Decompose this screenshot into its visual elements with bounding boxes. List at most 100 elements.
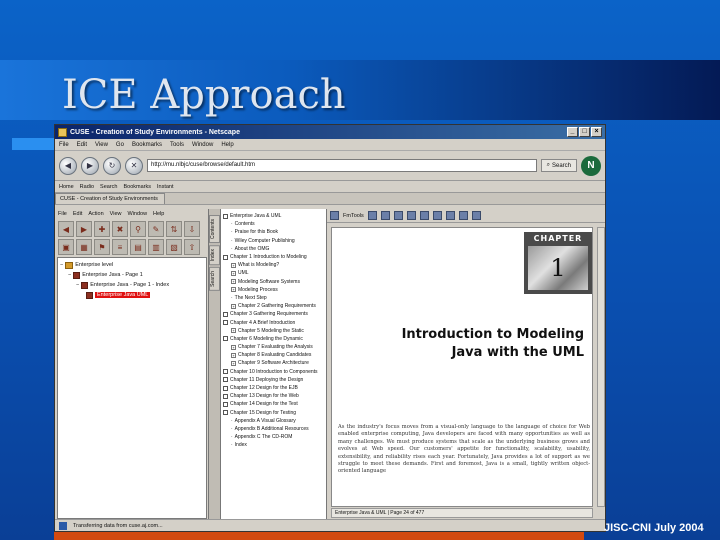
toc-item[interactable]: + What is Modeling? (223, 261, 324, 269)
menu-go[interactable]: Go (116, 142, 124, 148)
checkbox[interactable] (223, 320, 228, 326)
checkbox[interactable] (223, 410, 228, 416)
tab-search[interactable]: Search (209, 267, 220, 292)
toc-item[interactable]: + Chapter 7 Evaluating the Analysis (223, 343, 324, 351)
minimize-button[interactable]: _ (567, 127, 578, 137)
stop-icon[interactable]: ✕ (125, 156, 143, 175)
forward-icon[interactable]: ▶ (81, 156, 99, 175)
toc-item[interactable]: · Appendix C The CD-ROM (223, 433, 324, 441)
toc-item[interactable]: + Modeling Software Systems (223, 278, 324, 286)
expand-icon[interactable]: + (231, 262, 236, 268)
tool-list-icon[interactable]: ≡ (112, 239, 128, 255)
next-page-icon[interactable] (406, 211, 416, 220)
first-page-icon[interactable] (419, 211, 429, 220)
tool-add-icon[interactable]: ✚ (94, 221, 110, 237)
toc-item[interactable]: + Chapter 5 Modeling the Static (223, 327, 324, 335)
tree-item-selected[interactable]: Enterprise Java UML (60, 290, 204, 300)
tool-save-icon[interactable]: ▥ (148, 239, 164, 255)
tree-item[interactable]: − Enterprise Java - Page 1 (60, 270, 204, 280)
browser-window[interactable]: CUSE - Creation of Study Environments - … (54, 124, 606, 532)
tab-index[interactable]: Index (209, 245, 220, 266)
expand-icon[interactable]: + (231, 270, 236, 276)
window-titlebar[interactable]: CUSE - Creation of Study Environments - … (55, 125, 605, 139)
expand-icon[interactable]: + (231, 344, 236, 350)
expand-icon[interactable]: − (76, 282, 79, 288)
tool-forward-icon[interactable]: ▶ (76, 221, 92, 237)
toc-item[interactable]: Chapter 4 A Brief Introduction (223, 318, 324, 326)
toc-item[interactable]: · Appendix B Additional Resources (223, 425, 324, 433)
menu-bookmarks[interactable]: Bookmarks (132, 142, 162, 148)
app-menu-action[interactable]: Action (88, 211, 103, 217)
tree-item[interactable]: − Enterprise Java - Page 1 - Index (60, 280, 204, 290)
toc-item[interactable]: Chapter 6 Modeling the Dynamic (223, 335, 324, 343)
checkbox[interactable] (223, 213, 228, 219)
tool-back-icon[interactable]: ◀ (58, 221, 74, 237)
menu-edit[interactable]: Edit (77, 142, 87, 148)
menu-window[interactable]: Window (192, 142, 213, 148)
bookmark-home[interactable]: Home (59, 184, 74, 190)
tool-flag-icon[interactable]: ⚑ (94, 239, 110, 255)
tab-contents[interactable]: Contents (209, 215, 220, 244)
toc-item[interactable]: Chapter 12 Design for the EJB (223, 384, 324, 392)
checkbox[interactable] (223, 401, 228, 407)
tool-grid-icon[interactable]: ▦ (76, 239, 92, 255)
toc-item[interactable]: Chapter 14 Design for the Test (223, 400, 324, 408)
checkbox[interactable] (223, 369, 228, 375)
expand-icon[interactable]: + (231, 360, 236, 366)
toc-item[interactable]: + Chapter 8 Evaluating Candidates (223, 351, 324, 359)
tool-import-icon[interactable]: ⇩ (184, 221, 200, 237)
toc-item[interactable]: + Chapter 2 Gathering Requirements (223, 302, 324, 310)
app-menu-edit[interactable]: Edit (73, 211, 82, 217)
expand-icon[interactable]: + (231, 287, 236, 293)
toc-item[interactable]: · The Next Step (223, 294, 324, 302)
toc-item[interactable]: + Modeling Process (223, 286, 324, 294)
expand-icon[interactable]: − (60, 262, 63, 268)
toc-item[interactable]: Chapter 10 Introduction to Components (223, 368, 324, 376)
toc-item[interactable]: Chapter 11 Deploying the Design (223, 376, 324, 384)
last-page-icon[interactable] (432, 211, 442, 220)
tree-item[interactable]: − Enterprise level (60, 260, 204, 270)
menu-view[interactable]: View (95, 142, 108, 148)
checkbox[interactable] (223, 311, 228, 317)
bookmark-search[interactable]: Search (100, 184, 117, 190)
bookmark-bookmarks[interactable]: Bookmarks (123, 184, 151, 190)
bookmark-icon[interactable] (458, 211, 468, 220)
bookmark-instant[interactable]: Instant (157, 184, 174, 190)
back-icon[interactable]: ◀ (59, 156, 77, 175)
print-icon[interactable] (367, 211, 377, 220)
search-icon[interactable] (445, 211, 455, 220)
toc-item[interactable]: + UML (223, 269, 324, 277)
toc-item[interactable]: · Praise for this Book (223, 228, 324, 236)
previous-page-icon[interactable] (393, 211, 403, 220)
close-button[interactable]: × (591, 127, 602, 137)
tool-edit-icon[interactable]: ✎ (148, 221, 164, 237)
bookmark-radio[interactable]: Radio (80, 184, 94, 190)
toc-item[interactable]: Chapter 1 Introduction to Modeling (223, 253, 324, 261)
toc-item[interactable]: · About the OMG (223, 245, 324, 253)
checkbox[interactable] (223, 254, 228, 260)
tool-link-icon[interactable]: ⚲ (130, 221, 146, 237)
menu-help[interactable]: Help (221, 142, 233, 148)
expand-icon[interactable]: + (231, 352, 236, 358)
reload-icon[interactable]: ↻ (103, 156, 121, 175)
tool-move-icon[interactable]: ⇅ (166, 221, 182, 237)
expand-icon[interactable]: + (231, 328, 236, 334)
toc-item[interactable]: · Index (223, 441, 324, 449)
url-field[interactable]: http://mu.nlbjc/cuse/browse/default.htm (147, 159, 537, 172)
toc-item[interactable]: · Appendix A Visual Glossary (223, 417, 324, 425)
app-menu-help[interactable]: Help (153, 211, 164, 217)
toc-item[interactable]: + Chapter 9 Software Architecture (223, 359, 324, 367)
tool-new-icon[interactable]: ▣ (58, 239, 74, 255)
checkbox[interactable] (223, 336, 228, 342)
tool-delete-icon[interactable]: ✖ (112, 221, 128, 237)
toc-item[interactable]: Enterprise Java & UML (223, 212, 324, 220)
tab-cuse[interactable]: CUSE - Creation of Study Environments (55, 193, 165, 204)
expand-icon[interactable]: + (231, 279, 236, 285)
reader-scrollbar[interactable] (597, 227, 605, 507)
expand-icon[interactable]: − (68, 272, 71, 278)
tool-export-icon[interactable]: ⇧ (184, 239, 200, 255)
search-button[interactable]: ⌕ Search (540, 159, 577, 172)
app-menu-file[interactable]: File (58, 211, 67, 217)
checkbox[interactable] (223, 377, 228, 383)
annotate-icon[interactable] (471, 211, 481, 220)
